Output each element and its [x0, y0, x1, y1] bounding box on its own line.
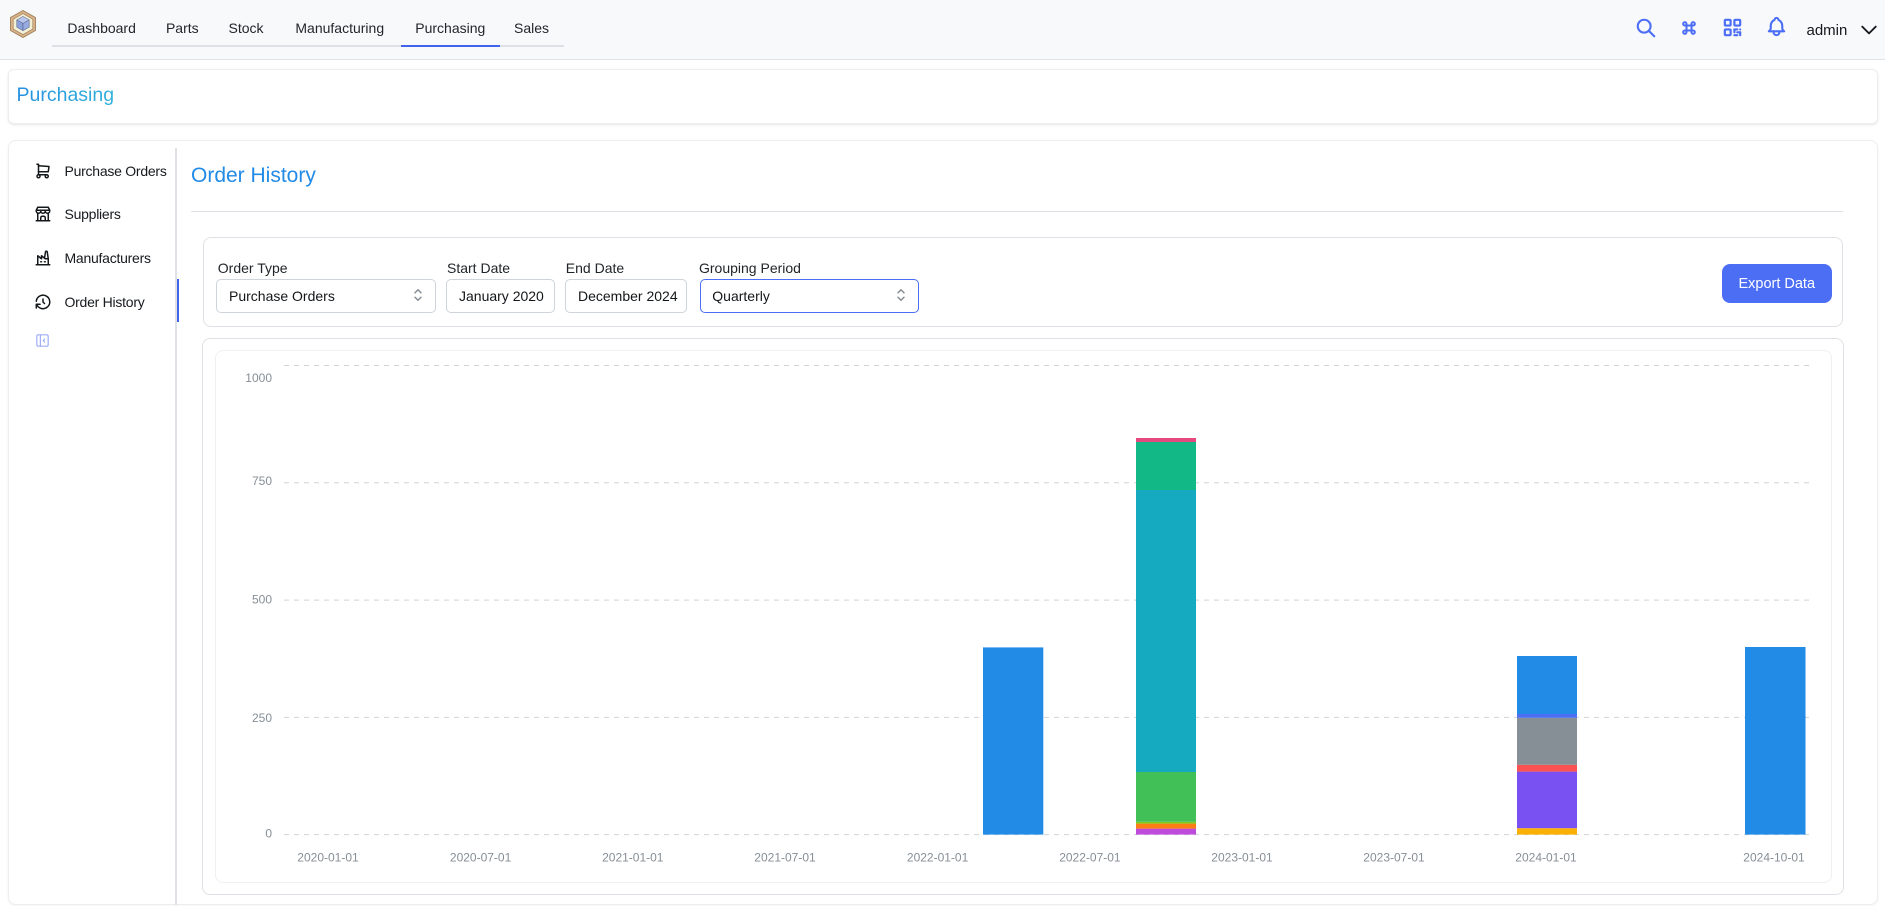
- svg-text:2020-01-01: 2020-01-01: [297, 851, 359, 865]
- svg-text:500: 500: [252, 593, 272, 607]
- svg-text:250: 250: [252, 711, 272, 725]
- svg-text:2024-10-01: 2024-10-01: [1743, 851, 1805, 865]
- svg-text:2021-01-01: 2021-01-01: [602, 851, 664, 865]
- svg-text:2020-07-01: 2020-07-01: [450, 851, 512, 865]
- svg-text:2022-07-01: 2022-07-01: [1059, 851, 1121, 865]
- svg-text:2023-07-01: 2023-07-01: [1363, 851, 1425, 865]
- svg-text:2023-01-01: 2023-01-01: [1211, 851, 1273, 865]
- svg-text:2024-01-01: 2024-01-01: [1515, 851, 1577, 865]
- svg-text:750: 750: [252, 474, 272, 488]
- svg-text:1000: 1000: [245, 371, 272, 385]
- svg-text:2022-01-01: 2022-01-01: [907, 851, 969, 865]
- svg-text:0: 0: [265, 827, 272, 841]
- svg-text:2021-07-01: 2021-07-01: [754, 851, 816, 865]
